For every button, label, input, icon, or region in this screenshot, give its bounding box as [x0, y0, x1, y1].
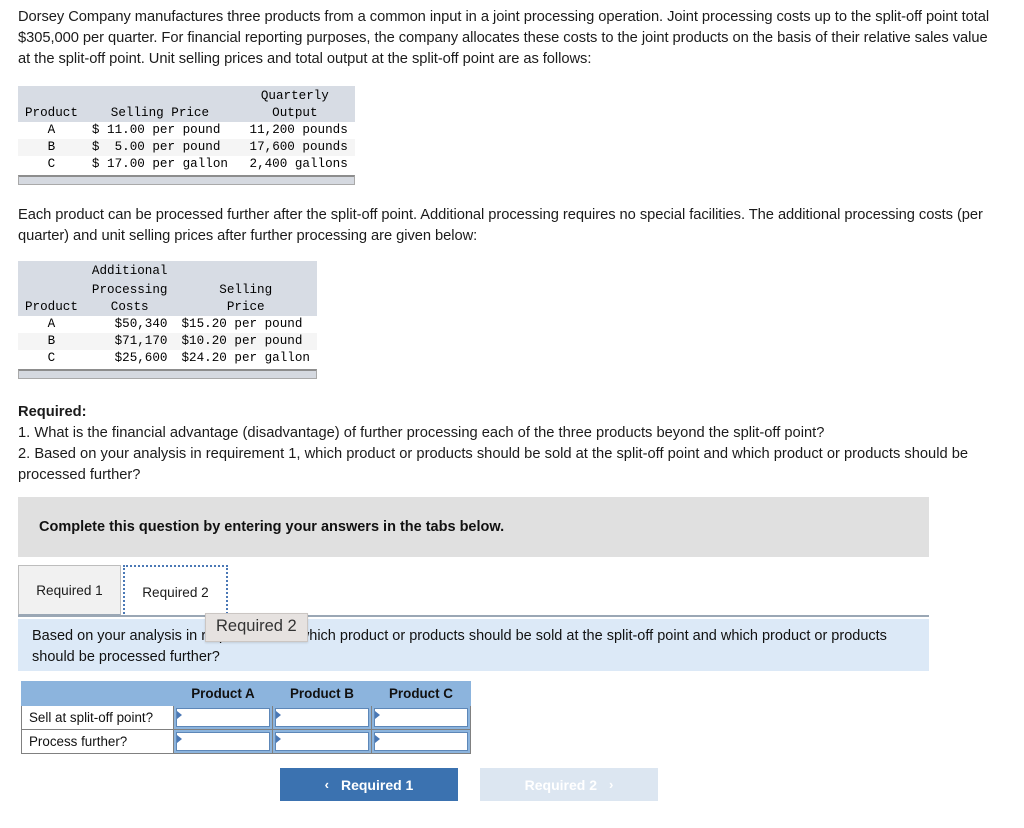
- split-off-cell-product-c: C: [47, 157, 56, 171]
- chevron-left-icon: ‹: [324, 777, 329, 792]
- further-head-blank3: [18, 280, 85, 299]
- table-row: A $50,340 $15.20 per pound: [18, 316, 317, 333]
- answer-cell-sell-product-a[interactable]: [173, 705, 273, 730]
- split-off-head-blank2: [84, 86, 235, 105]
- tab-tooltip: Required 2: [205, 613, 308, 642]
- table-row: C $ 17.00 per gallon 2,400 gallons: [18, 156, 355, 173]
- split-off-head-output: Output: [234, 105, 355, 122]
- next-required-2-button[interactable]: Required 2 ›: [480, 768, 658, 801]
- further-head-blank1: [18, 261, 85, 280]
- answer-cell-sell-product-b[interactable]: [272, 705, 372, 730]
- dropdown-caret-icon: [375, 711, 380, 719]
- question-page: Dorsey Company manufactures three produc…: [0, 0, 1024, 828]
- dropdown-caret-icon: [375, 735, 380, 743]
- answer-dropdown-sell-b[interactable]: [275, 708, 369, 727]
- further-processing-table: Additional Processing Selling Product Co…: [18, 261, 317, 367]
- split-off-head-selling-price: Selling Price: [84, 105, 235, 122]
- further-head-additional: Additional: [84, 261, 175, 280]
- answer-dropdown-process-c[interactable]: [374, 732, 468, 751]
- further-head-selling: Selling: [174, 280, 317, 299]
- answer-grid: Product A Product B Product C Sell at sp…: [21, 681, 471, 754]
- answer-grid-header-product-b: Product B: [272, 681, 372, 706]
- split-off-head-product: Product: [18, 105, 85, 122]
- chevron-right-icon: ›: [609, 777, 614, 792]
- further-cell-product-b: B: [18, 333, 85, 350]
- split-off-cell-price-b: $ 5.00 per pound: [84, 139, 235, 156]
- further-head-price: Price: [174, 299, 317, 316]
- required-block: Required: 1. What is the financial advan…: [18, 402, 998, 486]
- answer-grid-corner: [21, 681, 174, 706]
- answer-dropdown-sell-c[interactable]: [374, 708, 468, 727]
- answer-cell-process-product-a[interactable]: [173, 729, 273, 754]
- answer-grid-header-product-a: Product A: [173, 681, 273, 706]
- answer-grid-row-label-process: Process further?: [21, 729, 174, 754]
- table-row: A $ 11.00 per pound 11,200 pounds: [18, 122, 355, 139]
- tab-strip: Required 1 Required 2: [18, 565, 929, 617]
- answer-grid-header-product-c: Product C: [371, 681, 471, 706]
- tab-required-2[interactable]: Required 2: [123, 565, 228, 617]
- split-off-table-footer-bar: [18, 175, 355, 185]
- table-row: B $ 5.00 per pound 17,600 pounds: [18, 139, 355, 156]
- further-cell-product-c: C: [47, 351, 56, 365]
- prev-required-1-label: Required 1: [340, 776, 414, 793]
- answer-cell-process-product-b[interactable]: [272, 729, 372, 754]
- prev-required-1-button[interactable]: ‹ Required 1: [280, 768, 458, 801]
- split-off-cell-product-a: A: [47, 123, 56, 137]
- further-cell-product-a: A: [47, 317, 56, 331]
- further-head-costs: Costs: [84, 299, 175, 316]
- split-off-cell-product-b: B: [18, 139, 85, 156]
- split-off-table: Quarterly Product Selling Price Output A…: [18, 86, 355, 173]
- further-processing-paragraph: Each product can be processed further af…: [18, 207, 983, 244]
- split-off-cell-output-b: 17,600 pounds: [234, 139, 355, 156]
- answer-dropdown-process-a[interactable]: [176, 732, 270, 751]
- required-heading: Required:: [18, 404, 87, 420]
- question-instruction-box: Based on your analysis in requirement 1,…: [18, 619, 929, 671]
- answer-grid-header-row: Product A Product B Product C: [21, 681, 471, 706]
- tab-tooltip-text: Required 2: [216, 617, 297, 635]
- dropdown-caret-icon: [276, 735, 281, 743]
- tab-required-1[interactable]: Required 1: [18, 565, 121, 615]
- answer-grid-row-label-sell: Sell at split-off point?: [21, 705, 174, 730]
- instruction-banner: Complete this question by entering your …: [18, 497, 929, 557]
- split-off-cell-output-a: 11,200 pounds: [249, 123, 348, 137]
- nav-buttons: ‹ Required 1 Required 2 ›: [280, 768, 658, 801]
- dropdown-caret-icon: [177, 735, 182, 743]
- answer-cell-process-product-c[interactable]: [371, 729, 471, 754]
- further-cell-price-b: $10.20 per pound: [174, 333, 317, 350]
- further-table-footer-bar: [18, 369, 317, 379]
- answer-dropdown-sell-a[interactable]: [176, 708, 270, 727]
- split-off-cell-output-c: 2,400 gallons: [241, 157, 348, 171]
- split-off-cell-price-a: $ 11.00 per pound: [91, 123, 221, 137]
- further-cell-price-a: $15.20 per pound: [181, 317, 303, 331]
- table-row: C $25,600 $24.20 per gallon: [18, 350, 317, 367]
- further-cell-cost-a: $50,340: [114, 317, 168, 331]
- intro-paragraph: Dorsey Company manufactures three produc…: [18, 9, 990, 67]
- answer-dropdown-process-b[interactable]: [275, 732, 369, 751]
- required-item-1: 1. What is the financial advantage (disa…: [18, 425, 825, 441]
- tab-underline: [18, 615, 929, 617]
- further-head-processing: Processing: [84, 280, 175, 299]
- further-processing-table-container: Additional Processing Selling Product Co…: [18, 261, 317, 379]
- next-required-2-label: Required 2: [524, 776, 597, 793]
- answer-cell-sell-product-c[interactable]: [371, 705, 471, 730]
- further-cell-cost-b: $71,170: [84, 333, 175, 350]
- table-row: Sell at split-off point?: [21, 705, 471, 730]
- further-head-blank2: [174, 261, 317, 280]
- further-cell-cost-c: $25,600: [114, 351, 168, 365]
- further-head-product: Product: [18, 299, 85, 316]
- further-cell-price-c: $24.20 per gallon: [181, 351, 310, 365]
- tab-required-2-label: Required 2: [142, 584, 209, 600]
- split-off-head-quarterly: Quarterly: [234, 86, 355, 105]
- split-off-cell-price-c: $ 17.00 per gallon: [91, 157, 228, 171]
- question-instruction-text: Based on your analysis in requirement 1,…: [32, 628, 887, 665]
- dropdown-caret-icon: [276, 711, 281, 719]
- split-off-table-container: Quarterly Product Selling Price Output A…: [18, 86, 355, 185]
- table-row: Process further?: [21, 729, 471, 754]
- dropdown-caret-icon: [177, 711, 182, 719]
- tab-required-1-label: Required 1: [36, 582, 103, 598]
- required-item-2: 2. Based on your analysis in requirement…: [18, 446, 969, 483]
- table-row: B $71,170 $10.20 per pound: [18, 333, 317, 350]
- split-off-head-blank1: [18, 86, 85, 105]
- instruction-banner-text: Complete this question by entering your …: [39, 519, 505, 535]
